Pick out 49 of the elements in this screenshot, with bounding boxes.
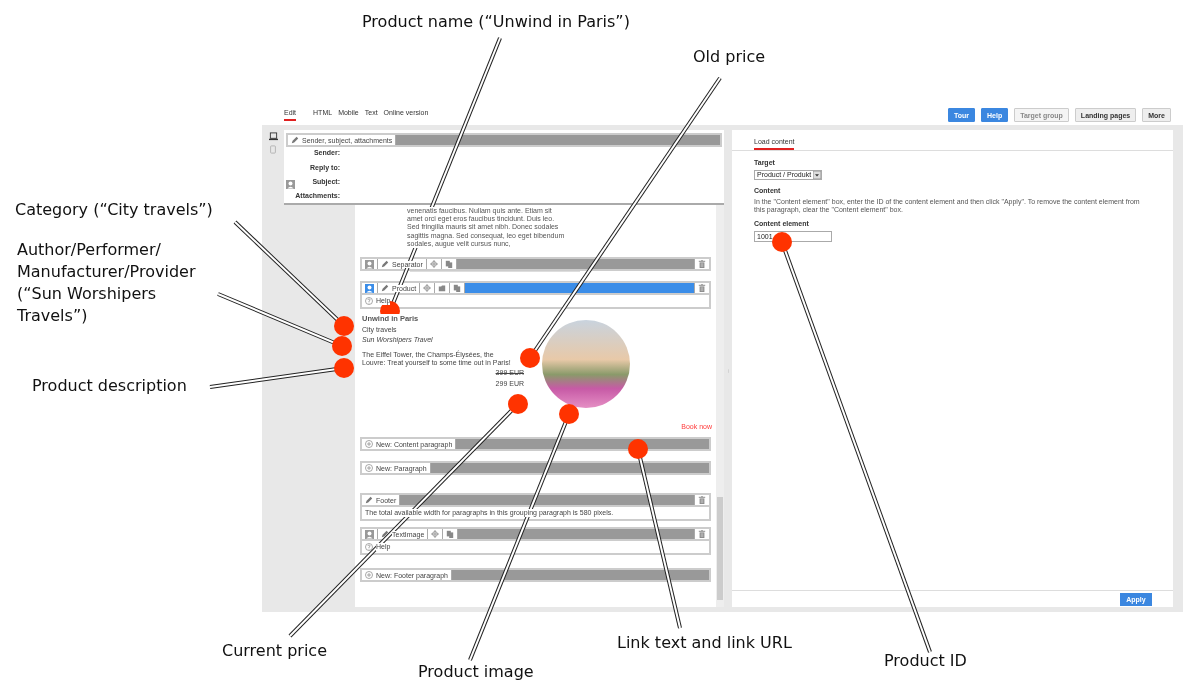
question-icon xyxy=(365,543,373,551)
callout-label: Link text and link URL xyxy=(617,632,792,654)
scrollbar[interactable] xyxy=(716,205,724,607)
pencil-icon xyxy=(381,530,389,538)
plus-circle-icon xyxy=(365,440,373,448)
pencil-icon xyxy=(381,284,389,292)
scrollbar-thumb[interactable] xyxy=(717,497,723,600)
crosshair-icon xyxy=(431,530,440,538)
pencil-icon xyxy=(291,136,299,144)
copy-button[interactable] xyxy=(450,283,466,293)
trash-icon xyxy=(698,496,706,504)
callout-label: Product name (“Unwind in Paris”) xyxy=(362,11,630,33)
plus-circle-icon xyxy=(365,464,373,472)
crosshair-button[interactable] xyxy=(420,283,436,293)
callout-label: Current price xyxy=(222,640,327,662)
avatar-button[interactable] xyxy=(362,529,378,539)
avatar-button[interactable] xyxy=(362,283,378,293)
pencil-icon xyxy=(381,260,389,268)
callout-label: Author/Performer/ Manufacturer/Provider (“Sun Worshipers Travels”) xyxy=(17,239,196,327)
folder-button[interactable] xyxy=(435,283,451,293)
callout-label: Product ID xyxy=(884,650,967,672)
copy-icon xyxy=(453,284,462,292)
laptop-icon xyxy=(267,132,279,141)
crosshair-icon xyxy=(429,260,438,268)
callout-label: Product description xyxy=(32,375,187,397)
delete-button[interactable] xyxy=(694,529,709,539)
crosshair-button[interactable] xyxy=(426,259,442,269)
callout-label: Category (“City travels”) xyxy=(15,199,213,221)
plus-circle-icon xyxy=(365,571,373,579)
crosshair-button[interactable] xyxy=(428,529,444,539)
callout-label: Old price xyxy=(693,46,766,68)
copy-button[interactable] xyxy=(441,259,457,269)
delete-button[interactable] xyxy=(694,283,709,293)
trash-icon xyxy=(698,284,706,292)
phone-icon xyxy=(269,144,277,155)
copy-icon xyxy=(446,530,455,538)
folder-icon xyxy=(438,284,447,292)
copy-button[interactable] xyxy=(443,529,459,539)
delete-button[interactable] xyxy=(694,495,709,505)
delete-button[interactable] xyxy=(694,259,709,269)
pencil-icon xyxy=(365,496,373,504)
trash-icon xyxy=(698,260,706,268)
crosshair-icon xyxy=(423,284,432,292)
copy-icon xyxy=(444,260,453,268)
avatar-button[interactable] xyxy=(362,259,378,269)
callout-label: Product image xyxy=(418,661,534,683)
trash-icon xyxy=(698,530,706,538)
caret-icon xyxy=(813,170,822,179)
question-icon xyxy=(365,297,373,305)
